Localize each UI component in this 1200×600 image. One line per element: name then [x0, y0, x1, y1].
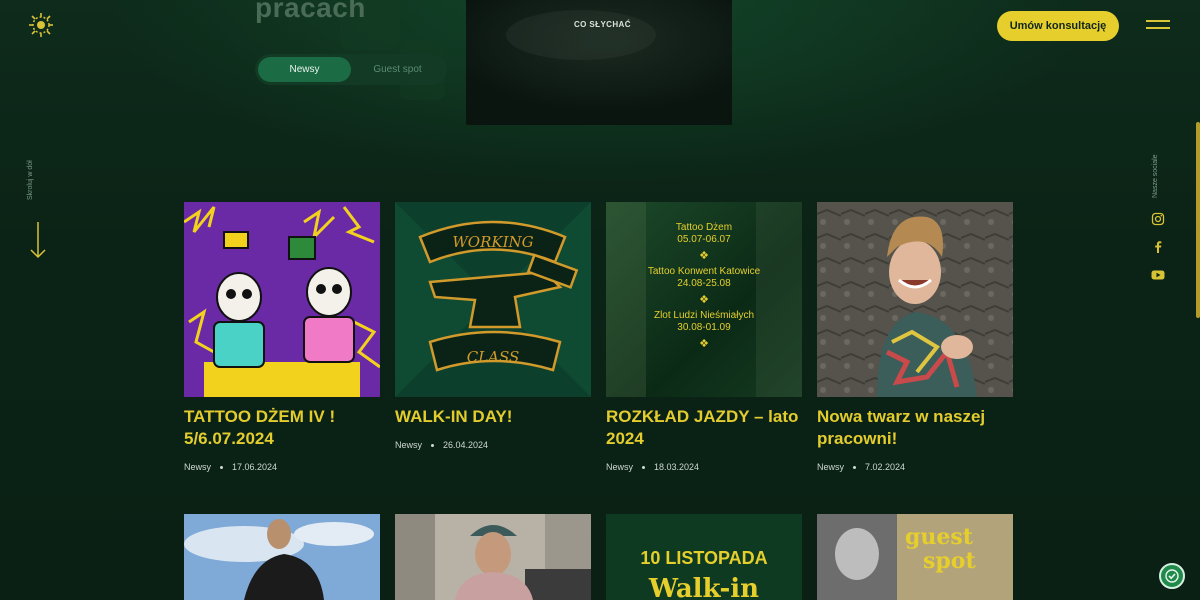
- post-date: 26.04.2024: [443, 440, 489, 450]
- post-image-row2-3[interactable]: 10 LISTOPADA Walk-in: [606, 514, 802, 600]
- cookie-consent-icon[interactable]: [1159, 563, 1185, 589]
- post-title[interactable]: TATTOO DŻEM IV ! 5/6.07.2024: [184, 406, 380, 450]
- facebook-icon[interactable]: [1151, 240, 1165, 254]
- nav-link-news[interactable]: CO SŁYCHAĆ: [574, 20, 631, 29]
- hamburger-icon[interactable]: [1146, 18, 1170, 32]
- post-title[interactable]: Nowa twarz w naszej pracowni!: [817, 406, 1013, 450]
- guest-text: guest: [905, 524, 973, 550]
- post-image-row2-2[interactable]: [395, 514, 591, 600]
- book-consultation-button[interactable]: Umów konsultację: [997, 11, 1119, 41]
- event-dates: 30.08-01.09: [677, 322, 731, 333]
- menu-line: [1146, 27, 1170, 29]
- diamond-icon: ❖: [699, 338, 709, 350]
- event-name: Zlot Ludzi Nieśmiałych: [653, 310, 755, 321]
- tab-newsy[interactable]: Newsy: [258, 57, 351, 82]
- scroll-down-label: Skroluj w dół: [27, 160, 34, 200]
- post-card[interactable]: TATTOO DŻEM IV ! 5/6.07.2024 Newsy 17.06…: [184, 202, 380, 472]
- hero-title: pracach: [255, 0, 366, 23]
- post-meta: Newsy 18.03.2024: [606, 462, 802, 472]
- hero-image: [466, 0, 732, 125]
- working-class-top-text: WORKING: [452, 233, 533, 251]
- social-label: Nasze sociale: [1152, 154, 1159, 198]
- page-scrollbar[interactable]: [1196, 122, 1200, 318]
- guest-spot-art: guest spot: [905, 524, 976, 574]
- separator-dot: [642, 465, 646, 469]
- diamond-icon: ❖: [699, 294, 709, 306]
- separator-dot: [853, 465, 857, 469]
- post-category[interactable]: Newsy: [184, 462, 211, 472]
- separator-dot: [431, 443, 435, 447]
- post-meta: Newsy 7.02.2024: [817, 462, 1013, 472]
- post-card[interactable]: Tattoo Dżem 05.07-06.07 ❖ Tattoo Konwent…: [606, 202, 802, 472]
- post-meta: Newsy 17.06.2024: [184, 462, 380, 472]
- image-subheadline: Walk-in: [648, 574, 760, 600]
- post-date: 7.02.2024: [865, 462, 906, 472]
- arrow-down-icon[interactable]: [30, 220, 46, 260]
- post-image-working-class[interactable]: WORKING CLASS: [395, 202, 591, 397]
- post-image-row2-4[interactable]: guest spot: [817, 514, 1013, 600]
- separator-dot: [220, 465, 224, 469]
- post-category[interactable]: Newsy: [395, 440, 422, 450]
- menu-line: [1146, 20, 1170, 22]
- post-date: 17.06.2024: [232, 462, 278, 472]
- post-meta: Newsy 26.04.2024: [395, 440, 591, 450]
- event-dates: 05.07-06.07: [677, 234, 731, 245]
- post-category[interactable]: Newsy: [606, 462, 633, 472]
- youtube-icon[interactable]: [1151, 268, 1165, 282]
- event-name: Tattoo Konwent Katowice: [647, 266, 761, 277]
- post-title[interactable]: WALK-IN DAY!: [395, 406, 591, 428]
- schedule-list: Tattoo Dżem 05.07-06.07 ❖ Tattoo Konwent…: [606, 222, 802, 354]
- post-image-schedule[interactable]: Tattoo Dżem 05.07-06.07 ❖ Tattoo Konwent…: [606, 202, 802, 397]
- post-title[interactable]: ROZKŁAD JAZDY – lato 2024: [606, 406, 802, 450]
- post-image-new-artist[interactable]: [817, 202, 1013, 397]
- post-date: 18.03.2024: [654, 462, 700, 472]
- post-category[interactable]: Newsy: [817, 462, 844, 472]
- logo-icon[interactable]: [29, 13, 53, 37]
- event-dates: 24.08-25.08: [677, 278, 731, 289]
- instagram-icon[interactable]: [1151, 212, 1165, 226]
- image-headline: 10 LISTOPADA: [640, 548, 768, 568]
- event-name: Tattoo Dżem: [675, 222, 733, 233]
- post-image-skeletons[interactable]: [184, 202, 380, 397]
- post-image-row2-1[interactable]: [184, 514, 380, 600]
- post-card[interactable]: WORKING CLASS WALK-IN DAY! Newsy 26.04.2…: [395, 202, 591, 450]
- diamond-icon: ❖: [699, 250, 709, 262]
- working-class-bottom-text: CLASS: [467, 348, 520, 366]
- category-tabs: Newsy Guest spot: [255, 54, 447, 85]
- spot-text: spot: [923, 548, 976, 574]
- post-card[interactable]: Nowa twarz w naszej pracowni! Newsy 7.02…: [817, 202, 1013, 472]
- tab-guest-spot[interactable]: Guest spot: [351, 57, 444, 82]
